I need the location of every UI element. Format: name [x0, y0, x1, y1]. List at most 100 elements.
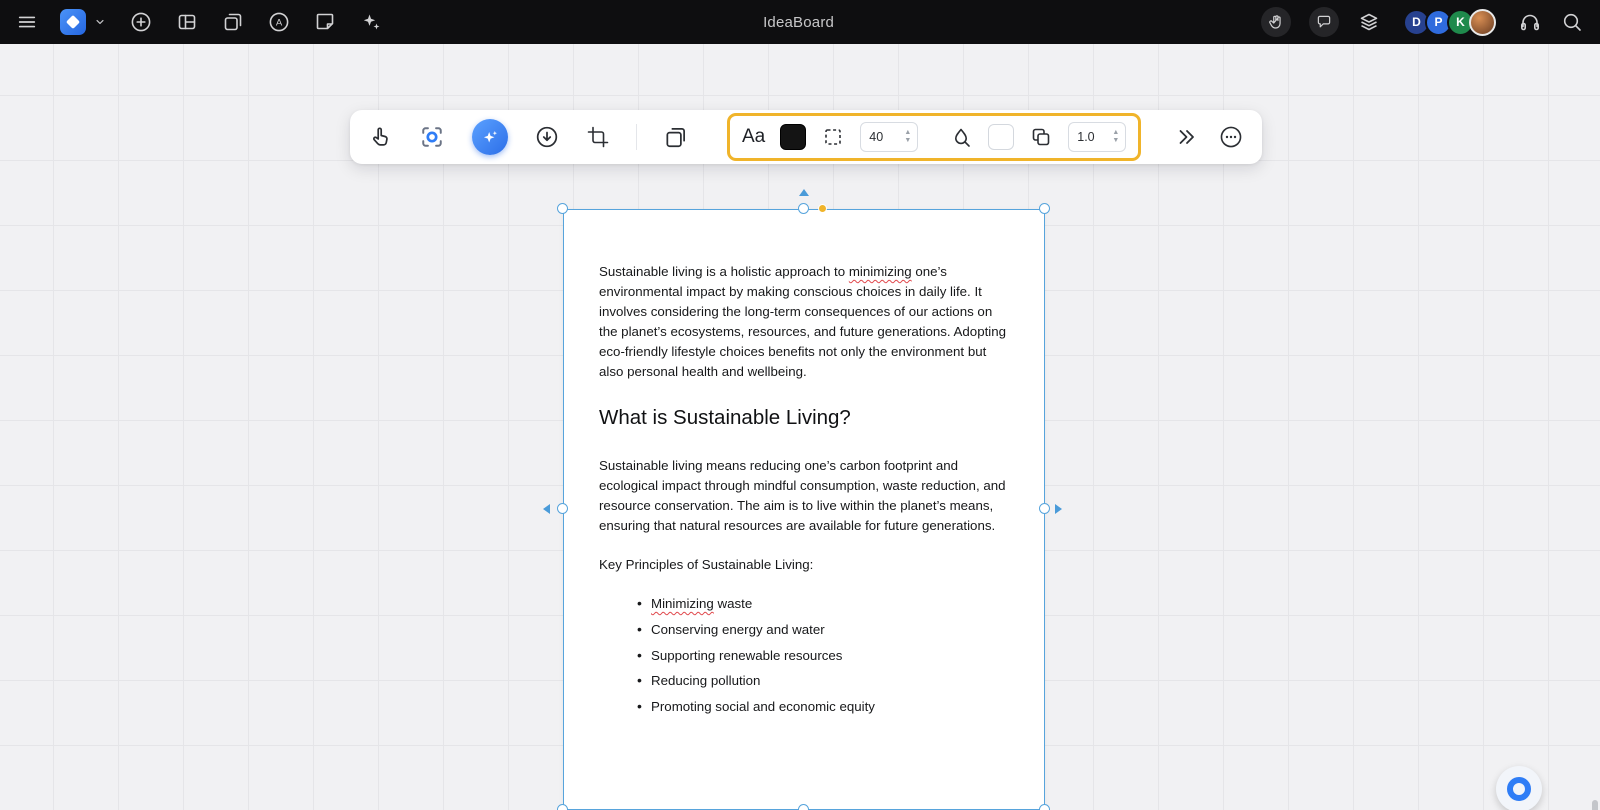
- paragraph-text: Sustainable living is a holistic approac…: [599, 264, 849, 279]
- board-layout-button[interactable]: [175, 10, 199, 34]
- avatar-initial: D: [1412, 15, 1421, 29]
- list-intro: Key Principles of Sustainable Living:: [599, 557, 814, 573]
- ellipsis-circle-icon: [1220, 126, 1242, 148]
- expand-up-arrow-icon[interactable]: [799, 189, 809, 196]
- sticky-note-icon: [316, 13, 334, 30]
- paragraph-text: one’s environmental impact by making con…: [599, 264, 1007, 379]
- border-style-icon: [825, 129, 842, 145]
- topbar: A IdeaBoard D P K: [0, 0, 1600, 44]
- font-size-input[interactable]: [869, 130, 896, 144]
- misspelled-word: minimizing: [848, 264, 912, 279]
- layers-button[interactable]: [1357, 10, 1381, 34]
- assistant-logo-icon: [1507, 777, 1531, 801]
- resize-handle-top-middle[interactable]: [798, 203, 809, 214]
- no-fill-icon: [955, 128, 971, 147]
- avatar-initial: P: [1434, 15, 1443, 29]
- list-item: Conserving energy and water: [637, 617, 1010, 643]
- app-logo: [60, 9, 86, 35]
- page-title: IdeaBoard: [763, 13, 835, 31]
- selection-accent-dot[interactable]: [818, 204, 827, 213]
- stepper-down-icon[interactable]: ▼: [902, 137, 913, 145]
- add-circle-icon: [131, 12, 151, 32]
- resize-handle-top-left[interactable]: [557, 203, 568, 214]
- section-heading: What is Sustainable Living?: [599, 406, 851, 430]
- sticky-note-button[interactable]: [313, 10, 337, 34]
- resize-handle-middle-right[interactable]: [1039, 503, 1050, 514]
- select-tool-button[interactable]: [368, 125, 392, 149]
- expand-left-arrow-icon[interactable]: [543, 504, 550, 514]
- toolbar-divider: [636, 124, 637, 150]
- paragraph: Sustainable living means reducing one’s …: [599, 458, 1006, 534]
- board-layout-icon: [178, 14, 196, 30]
- scrollbar-thumb[interactable]: [1592, 800, 1598, 810]
- bullet-list: Minimizing waste Conserving energy and w…: [599, 591, 1010, 720]
- list-item: Supporting renewable resources: [637, 643, 1010, 669]
- resize-handle-top-right[interactable]: [1039, 203, 1050, 214]
- draw-button[interactable]: A: [267, 10, 291, 34]
- avatar-photo[interactable]: [1469, 8, 1496, 36]
- search-icon: [1563, 13, 1581, 31]
- list-item: Promoting social and economic equity: [637, 694, 1010, 720]
- capture-button[interactable]: [221, 10, 245, 34]
- app-logo-group[interactable]: [60, 9, 107, 35]
- opacity-input[interactable]: [1077, 130, 1104, 144]
- opacity-icon: [1032, 128, 1050, 146]
- headset-icon: [1520, 14, 1539, 31]
- search-button[interactable]: [1560, 10, 1584, 34]
- crop-icon: [587, 126, 609, 148]
- draw-circle-icon: A: [269, 12, 289, 32]
- comment-icon: [1317, 15, 1331, 28]
- assistant-bubble[interactable]: [1496, 766, 1542, 810]
- cards-icon: [666, 128, 685, 148]
- opacity-control: ▲ ▼: [1068, 122, 1127, 152]
- stepper-up-icon[interactable]: ▲: [902, 129, 913, 137]
- opacity-button[interactable]: [1029, 125, 1053, 149]
- list-item-text: Supporting renewable resources: [651, 647, 843, 663]
- expand-right-arrow-icon[interactable]: [1055, 504, 1062, 514]
- avatar-initial: K: [1456, 15, 1465, 29]
- resize-handle-bottom-right[interactable]: [1039, 804, 1050, 810]
- comments-button[interactable]: [1309, 7, 1339, 37]
- border-style-button[interactable]: [821, 125, 845, 149]
- context-toolbar: Aa ▲ ▼: [350, 110, 1262, 164]
- stepper-down-icon[interactable]: ▼: [1110, 137, 1121, 145]
- resize-handle-bottom-middle[interactable]: [798, 804, 809, 810]
- hamburger-menu-button[interactable]: [16, 11, 38, 33]
- paragraph: Sustainable living is a holistic approac…: [599, 262, 1010, 381]
- download-button[interactable]: [534, 124, 560, 150]
- capture-icon: [224, 13, 242, 31]
- fill-toggle-button[interactable]: [949, 125, 973, 149]
- list-item-text: Reducing pollution: [651, 673, 761, 689]
- resize-handle-middle-left[interactable]: [557, 503, 568, 514]
- chevron-down-icon[interactable]: [93, 15, 107, 29]
- crop-button[interactable]: [586, 125, 610, 149]
- stepper-up-icon[interactable]: ▲: [1110, 129, 1121, 137]
- font-style-button[interactable]: Aa: [742, 126, 765, 148]
- magic-button[interactable]: [359, 10, 383, 34]
- layers-icon: [1360, 13, 1378, 31]
- sparkles-icon: [363, 14, 380, 30]
- focus-capture-button[interactable]: [418, 123, 446, 151]
- ai-assist-button[interactable]: [472, 119, 508, 155]
- canvas[interactable]: Sustainable living is a holistic approac…: [0, 44, 1600, 810]
- more-tools-button[interactable]: [1174, 125, 1198, 149]
- pan-hand-icon: [1269, 15, 1281, 29]
- ai-sparkle-icon: [483, 131, 497, 143]
- pan-tool-button[interactable]: [1261, 7, 1291, 37]
- text-color-swatch[interactable]: [780, 124, 807, 150]
- screen: A IdeaBoard D P K Sustainable living is …: [0, 0, 1600, 810]
- support-button[interactable]: [1518, 10, 1542, 34]
- selected-text-card[interactable]: Sustainable living is a holistic approac…: [563, 209, 1045, 810]
- focus-capture-icon: [422, 127, 442, 147]
- fill-color-swatch[interactable]: [988, 124, 1015, 150]
- add-element-button[interactable]: [129, 10, 153, 34]
- font-size-control: ▲ ▼: [860, 122, 919, 152]
- select-hand-icon: [372, 127, 388, 146]
- cards-button[interactable]: [663, 124, 689, 150]
- misspelled-word: Minimizing: [651, 595, 714, 611]
- opacity-steppers: ▲ ▼: [1110, 129, 1121, 145]
- list-item: Reducing pollution: [637, 668, 1010, 694]
- overflow-menu-button[interactable]: [1218, 124, 1244, 150]
- resize-handle-bottom-left[interactable]: [557, 804, 568, 810]
- list-item-text: Promoting social and economic equity: [651, 699, 875, 715]
